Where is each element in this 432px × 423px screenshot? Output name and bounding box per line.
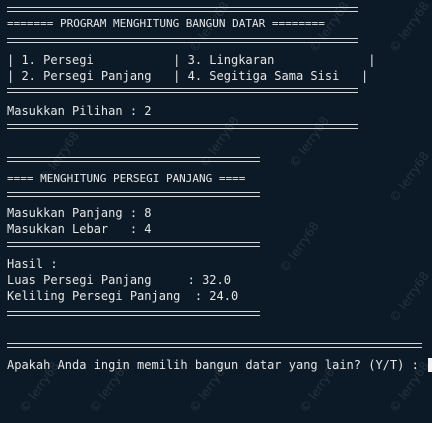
- choice-prompt: Masukkan Pilihan : 2: [7, 104, 152, 118]
- divider: [7, 192, 260, 197]
- watermark: © lerry68: [286, 113, 332, 171]
- divider: [7, 7, 358, 12]
- length-input-line: Masukkan Panjang : 8: [7, 206, 152, 220]
- width-input-line: Masukkan Lebar : 4: [7, 222, 152, 236]
- watermark: © lerry68: [386, 0, 432, 56]
- area-result: Luas Persegi Panjang : 32.0: [7, 273, 231, 287]
- watermark: © lerry68: [276, 218, 322, 276]
- menu-row-1: | 1. Persegi | 3. Lingkaran |: [7, 53, 376, 67]
- watermark: © lerry68: [386, 148, 432, 206]
- divider: [7, 311, 260, 316]
- result-label: Hasil :: [7, 257, 58, 271]
- divider: [7, 124, 358, 129]
- menu-row-2: | 2. Persegi Panjang | 4. Segitiga Sama …: [7, 69, 369, 83]
- divider: [7, 157, 260, 162]
- terminal-window[interactable]: ======= PROGRAM MENGHITUNG BANGUN DATAR …: [0, 0, 432, 423]
- perimeter-result: Keliling Persegi Panjang : 24.0: [7, 289, 239, 303]
- divider: [7, 88, 358, 93]
- divider: [7, 38, 358, 43]
- divider: [7, 343, 422, 348]
- watermark: © lerry68: [386, 268, 432, 326]
- program-title: ======= PROGRAM MENGHITUNG BANGUN DATAR …: [7, 17, 325, 30]
- divider: [7, 242, 260, 247]
